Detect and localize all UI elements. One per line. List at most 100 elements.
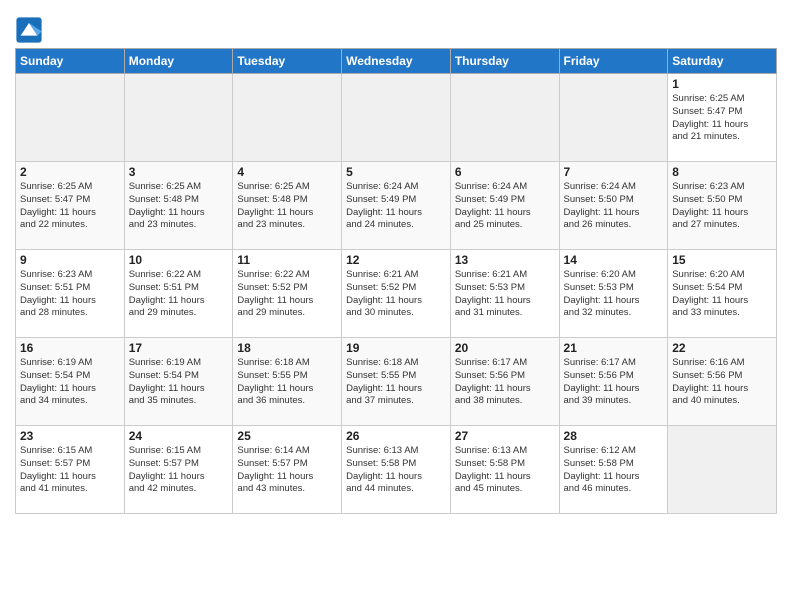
day-info: Sunrise: 6:19 AM Sunset: 5:54 PM Dayligh… xyxy=(129,357,229,408)
day-info: Sunrise: 6:24 AM Sunset: 5:50 PM Dayligh… xyxy=(564,181,664,232)
calendar-cell xyxy=(450,74,559,162)
day-number: 22 xyxy=(672,341,772,355)
calendar-cell: 27Sunrise: 6:13 AM Sunset: 5:58 PM Dayli… xyxy=(450,426,559,514)
day-info: Sunrise: 6:13 AM Sunset: 5:58 PM Dayligh… xyxy=(346,445,446,496)
day-info: Sunrise: 6:21 AM Sunset: 5:53 PM Dayligh… xyxy=(455,269,555,320)
calendar-cell: 21 Sunrise: 6:17 AM Sunset: 5:56 PM Dayli… xyxy=(559,338,668,426)
day-info: Sunrise: 6:23 AM Sunset: 5:50 PM Dayligh… xyxy=(672,181,772,232)
calendar-cell xyxy=(16,74,125,162)
calendar-cell: 15 Sunrise: 6:20 AM Sunset: 5:54 PM Dayli… xyxy=(668,250,777,338)
day-number: 21 xyxy=(564,341,664,355)
day-number: 5 xyxy=(346,165,446,179)
calendar-cell: 3 Sunrise: 6:25 AM Sunset: 5:48 PM Daylig… xyxy=(124,162,233,250)
calendar-cell: 1 Sunrise: 6:25 AM Sunset: 5:47 PM Daylig… xyxy=(668,74,777,162)
day-number: 12 xyxy=(346,253,446,267)
day-info: Sunrise: 6:19 AM Sunset: 5:54 PM Dayligh… xyxy=(20,357,120,408)
day-info: Sunrise: 6:24 AM Sunset: 5:49 PM Dayligh… xyxy=(346,181,446,232)
day-info: Sunrise: 6:20 AM Sunset: 5:53 PM Dayligh… xyxy=(564,269,664,320)
calendar-week-3: 16 Sunrise: 6:19 AM Sunset: 5:54 PM Dayli… xyxy=(16,338,777,426)
day-info: Sunrise: 6:14 AM Sunset: 5:57 PM Dayligh… xyxy=(237,445,337,496)
day-number: 4 xyxy=(237,165,337,179)
calendar-cell: 6 Sunrise: 6:24 AM Sunset: 5:49 PM Daylig… xyxy=(450,162,559,250)
day-number: 9 xyxy=(20,253,120,267)
day-info: Sunrise: 6:25 AM Sunset: 5:48 PM Dayligh… xyxy=(129,181,229,232)
calendar-cell: 13 Sunrise: 6:21 AM Sunset: 5:53 PM Dayli… xyxy=(450,250,559,338)
calendar-cell: 16 Sunrise: 6:19 AM Sunset: 5:54 PM Dayli… xyxy=(16,338,125,426)
calendar-header: SundayMondayTuesdayWednesdayThursdayFrid… xyxy=(16,49,777,74)
day-number: 23 xyxy=(20,429,120,443)
calendar-week-0: 1 Sunrise: 6:25 AM Sunset: 5:47 PM Daylig… xyxy=(16,74,777,162)
day-info: Sunrise: 6:17 AM Sunset: 5:56 PM Dayligh… xyxy=(455,357,555,408)
calendar-cell: 28Sunrise: 6:12 AM Sunset: 5:58 PM Dayli… xyxy=(559,426,668,514)
calendar-cell: 25 Sunrise: 6:14 AM Sunset: 5:57 PM Dayli… xyxy=(233,426,342,514)
day-info: Sunrise: 6:22 AM Sunset: 5:51 PM Dayligh… xyxy=(129,269,229,320)
day-info: Sunrise: 6:25 AM Sunset: 5:47 PM Dayligh… xyxy=(672,93,772,144)
logo xyxy=(15,16,47,44)
calendar-cell: 22 Sunrise: 6:16 AM Sunset: 5:56 PM Dayli… xyxy=(668,338,777,426)
day-info: Sunrise: 6:22 AM Sunset: 5:52 PM Dayligh… xyxy=(237,269,337,320)
calendar-cell: 11 Sunrise: 6:22 AM Sunset: 5:52 PM Dayli… xyxy=(233,250,342,338)
calendar-cell: 10 Sunrise: 6:22 AM Sunset: 5:51 PM Dayli… xyxy=(124,250,233,338)
weekday-header-friday: Friday xyxy=(559,49,668,74)
weekday-header-thursday: Thursday xyxy=(450,49,559,74)
day-info: Sunrise: 6:16 AM Sunset: 5:56 PM Dayligh… xyxy=(672,357,772,408)
logo-icon xyxy=(15,16,43,44)
calendar-cell xyxy=(233,74,342,162)
calendar-cell: 4 Sunrise: 6:25 AM Sunset: 5:48 PM Daylig… xyxy=(233,162,342,250)
day-number: 6 xyxy=(455,165,555,179)
day-number: 18 xyxy=(237,341,337,355)
calendar-body: 1 Sunrise: 6:25 AM Sunset: 5:47 PM Daylig… xyxy=(16,74,777,514)
day-info: Sunrise: 6:15 AM Sunset: 5:57 PM Dayligh… xyxy=(20,445,120,496)
day-info: Sunrise: 6:21 AM Sunset: 5:52 PM Dayligh… xyxy=(346,269,446,320)
calendar-cell: 8 Sunrise: 6:23 AM Sunset: 5:50 PM Daylig… xyxy=(668,162,777,250)
calendar-week-1: 2Sunrise: 6:25 AM Sunset: 5:47 PM Daylig… xyxy=(16,162,777,250)
calendar-cell: 23 Sunrise: 6:15 AM Sunset: 5:57 PM Dayli… xyxy=(16,426,125,514)
day-number: 7 xyxy=(564,165,664,179)
calendar-cell: 12 Sunrise: 6:21 AM Sunset: 5:52 PM Dayli… xyxy=(342,250,451,338)
day-number: 13 xyxy=(455,253,555,267)
calendar-cell: 7 Sunrise: 6:24 AM Sunset: 5:50 PM Daylig… xyxy=(559,162,668,250)
calendar-cell: 5 Sunrise: 6:24 AM Sunset: 5:49 PM Daylig… xyxy=(342,162,451,250)
calendar-table: SundayMondayTuesdayWednesdayThursdayFrid… xyxy=(15,48,777,514)
calendar-cell: 18 Sunrise: 6:18 AM Sunset: 5:55 PM Dayli… xyxy=(233,338,342,426)
calendar-cell: 9Sunrise: 6:23 AM Sunset: 5:51 PM Daylig… xyxy=(16,250,125,338)
day-info: Sunrise: 6:24 AM Sunset: 5:49 PM Dayligh… xyxy=(455,181,555,232)
day-info: Sunrise: 6:17 AM Sunset: 5:56 PM Dayligh… xyxy=(564,357,664,408)
day-number: 1 xyxy=(672,77,772,91)
calendar-cell xyxy=(668,426,777,514)
day-info: Sunrise: 6:20 AM Sunset: 5:54 PM Dayligh… xyxy=(672,269,772,320)
day-info: Sunrise: 6:25 AM Sunset: 5:47 PM Dayligh… xyxy=(20,181,120,232)
calendar-cell: 14 Sunrise: 6:20 AM Sunset: 5:53 PM Dayli… xyxy=(559,250,668,338)
page-header xyxy=(15,10,777,44)
calendar-cell xyxy=(342,74,451,162)
calendar-cell: 24Sunrise: 6:15 AM Sunset: 5:57 PM Dayli… xyxy=(124,426,233,514)
day-number: 11 xyxy=(237,253,337,267)
weekday-header-tuesday: Tuesday xyxy=(233,49,342,74)
day-info: Sunrise: 6:12 AM Sunset: 5:58 PM Dayligh… xyxy=(564,445,664,496)
day-info: Sunrise: 6:18 AM Sunset: 5:55 PM Dayligh… xyxy=(237,357,337,408)
day-number: 24 xyxy=(129,429,229,443)
calendar-cell: 2Sunrise: 6:25 AM Sunset: 5:47 PM Daylig… xyxy=(16,162,125,250)
weekday-header-monday: Monday xyxy=(124,49,233,74)
calendar-cell: 19Sunrise: 6:18 AM Sunset: 5:55 PM Dayli… xyxy=(342,338,451,426)
day-number: 10 xyxy=(129,253,229,267)
day-number: 19 xyxy=(346,341,446,355)
calendar-cell xyxy=(559,74,668,162)
day-number: 8 xyxy=(672,165,772,179)
weekday-header-sunday: Sunday xyxy=(16,49,125,74)
day-info: Sunrise: 6:25 AM Sunset: 5:48 PM Dayligh… xyxy=(237,181,337,232)
day-number: 3 xyxy=(129,165,229,179)
calendar-cell: 26 Sunrise: 6:13 AM Sunset: 5:58 PM Dayli… xyxy=(342,426,451,514)
day-number: 15 xyxy=(672,253,772,267)
weekday-header-saturday: Saturday xyxy=(668,49,777,74)
weekday-header-wednesday: Wednesday xyxy=(342,49,451,74)
day-number: 26 xyxy=(346,429,446,443)
day-number: 14 xyxy=(564,253,664,267)
day-number: 16 xyxy=(20,341,120,355)
calendar-cell: 17 Sunrise: 6:19 AM Sunset: 5:54 PM Dayli… xyxy=(124,338,233,426)
day-number: 27 xyxy=(455,429,555,443)
day-number: 25 xyxy=(237,429,337,443)
day-number: 17 xyxy=(129,341,229,355)
calendar-cell: 20Sunrise: 6:17 AM Sunset: 5:56 PM Dayli… xyxy=(450,338,559,426)
weekday-header-row: SundayMondayTuesdayWednesdayThursdayFrid… xyxy=(16,49,777,74)
